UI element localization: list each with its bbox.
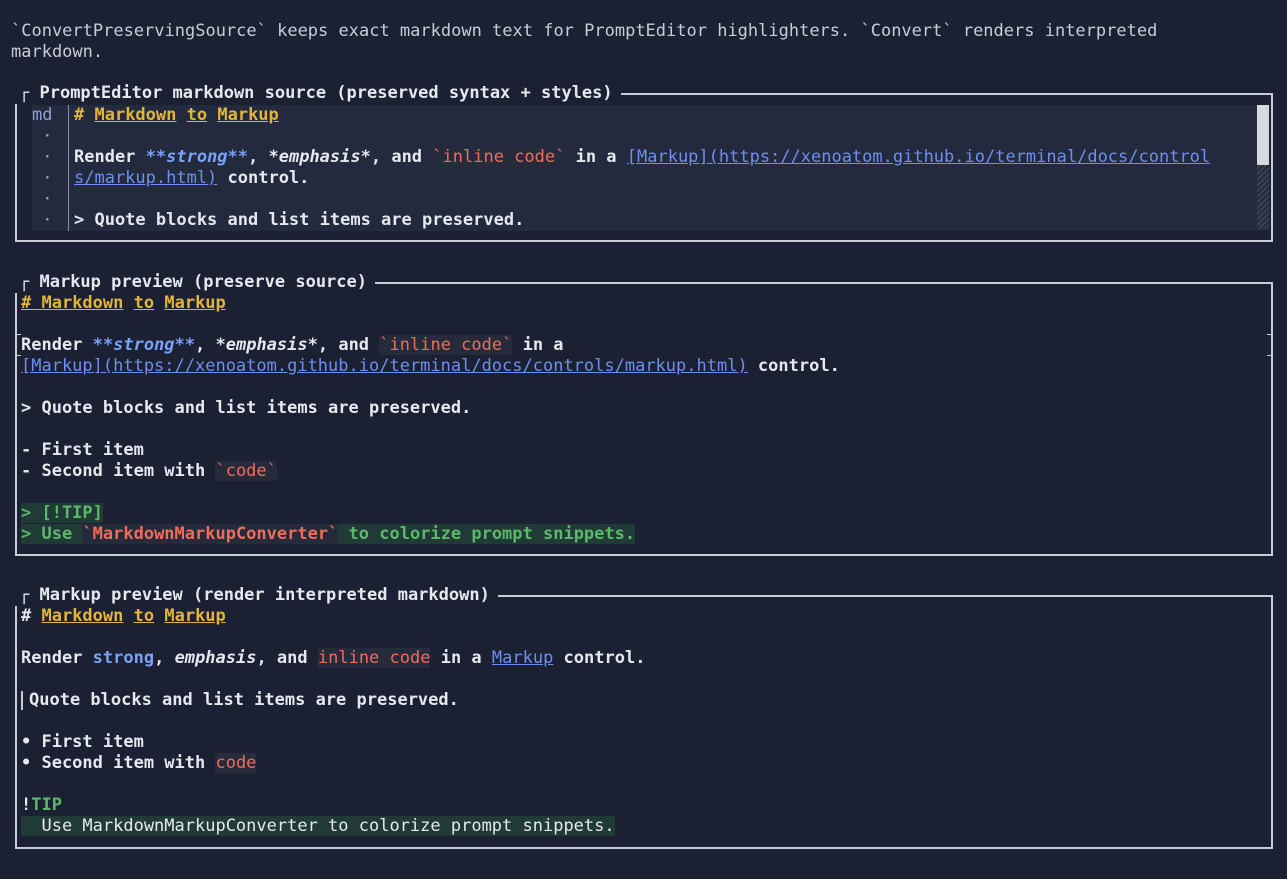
source-link[interactable]: [Markup](https://xenoatom.github.io/term…: [627, 147, 1210, 167]
gutter-marker: ·: [32, 126, 53, 146]
gutter-marker: ·: [32, 168, 53, 188]
quote-bar: [21, 690, 23, 710]
gutter-marker: ·: [32, 189, 53, 209]
render-paragraph: Render strong, emphasis, and inline code…: [21, 648, 646, 668]
render-link[interactable]: Markup: [492, 648, 553, 668]
editor-scrollbar-thumb[interactable]: [1257, 105, 1269, 165]
editor-gutter: md · · · · ·: [32, 105, 69, 231]
render-list-item-1: • First item: [21, 732, 144, 752]
description-line-2: markdown.: [11, 42, 104, 62]
editor-line-3: Render **strong**, *emphasis*, and `inli…: [74, 147, 1211, 167]
editor-line-4: s/markup.html) control.: [74, 168, 310, 188]
editor-scrollbar[interactable]: [1257, 105, 1269, 229]
preserve-tip-line-2: > Use `MarkdownMarkupConverter` to color…: [21, 524, 636, 544]
prompt-editor[interactable]: md · · · · · # Markdown to Markup Render…: [32, 105, 1270, 231]
preserve-paragraph-2: [Markup](https://xenoatom.github.io/term…: [21, 356, 840, 376]
preserve-tip-line-1: > [!TIP]: [21, 503, 103, 523]
render-list-item-2: • Second item with code: [21, 753, 257, 773]
render-tip-label: !TIP: [21, 795, 62, 815]
description-line-1: `ConvertPreservingSource` keeps exact ma…: [11, 21, 1158, 41]
preserve-preview-title: ┌ Markup preview (preserve source): [15, 272, 375, 293]
preserve-list-item-1: - First item: [21, 440, 144, 460]
gutter-mode: md: [32, 105, 53, 125]
source-panel-title: ┌ PromptEditor markdown source (preserve…: [15, 83, 621, 104]
editor-line-6: > Quote blocks and list items are preser…: [74, 210, 525, 230]
source-link-cont[interactable]: s/markup.html): [74, 168, 217, 188]
render-heading: # Markdown to Markup: [21, 606, 226, 626]
render-quote: Quote blocks and list items are preserve…: [17, 690, 459, 711]
render-preview-panel: [15, 595, 1273, 849]
preserve-paragraph-1: Render **strong**, *emphasis*, and `inli…: [21, 335, 564, 355]
gutter-marker: ·: [32, 210, 53, 230]
editor-line-1: # Markdown to Markup: [74, 105, 279, 125]
preserve-preview-panel: [15, 282, 1273, 556]
preserve-heading: # Markdown to Markup: [21, 293, 226, 313]
render-preview-title: ┌ Markup preview (render interpreted mar…: [15, 585, 498, 606]
preserve-link[interactable]: [Markup](https://xenoatom.github.io/term…: [21, 356, 748, 376]
render-tip-body: Use MarkdownMarkupConverter to colorize …: [21, 816, 615, 836]
preserve-quote: > Quote blocks and list items are preser…: [21, 398, 472, 418]
gutter-marker: ·: [32, 147, 53, 167]
preserve-list-item-2: - Second item with `code`: [21, 461, 277, 481]
